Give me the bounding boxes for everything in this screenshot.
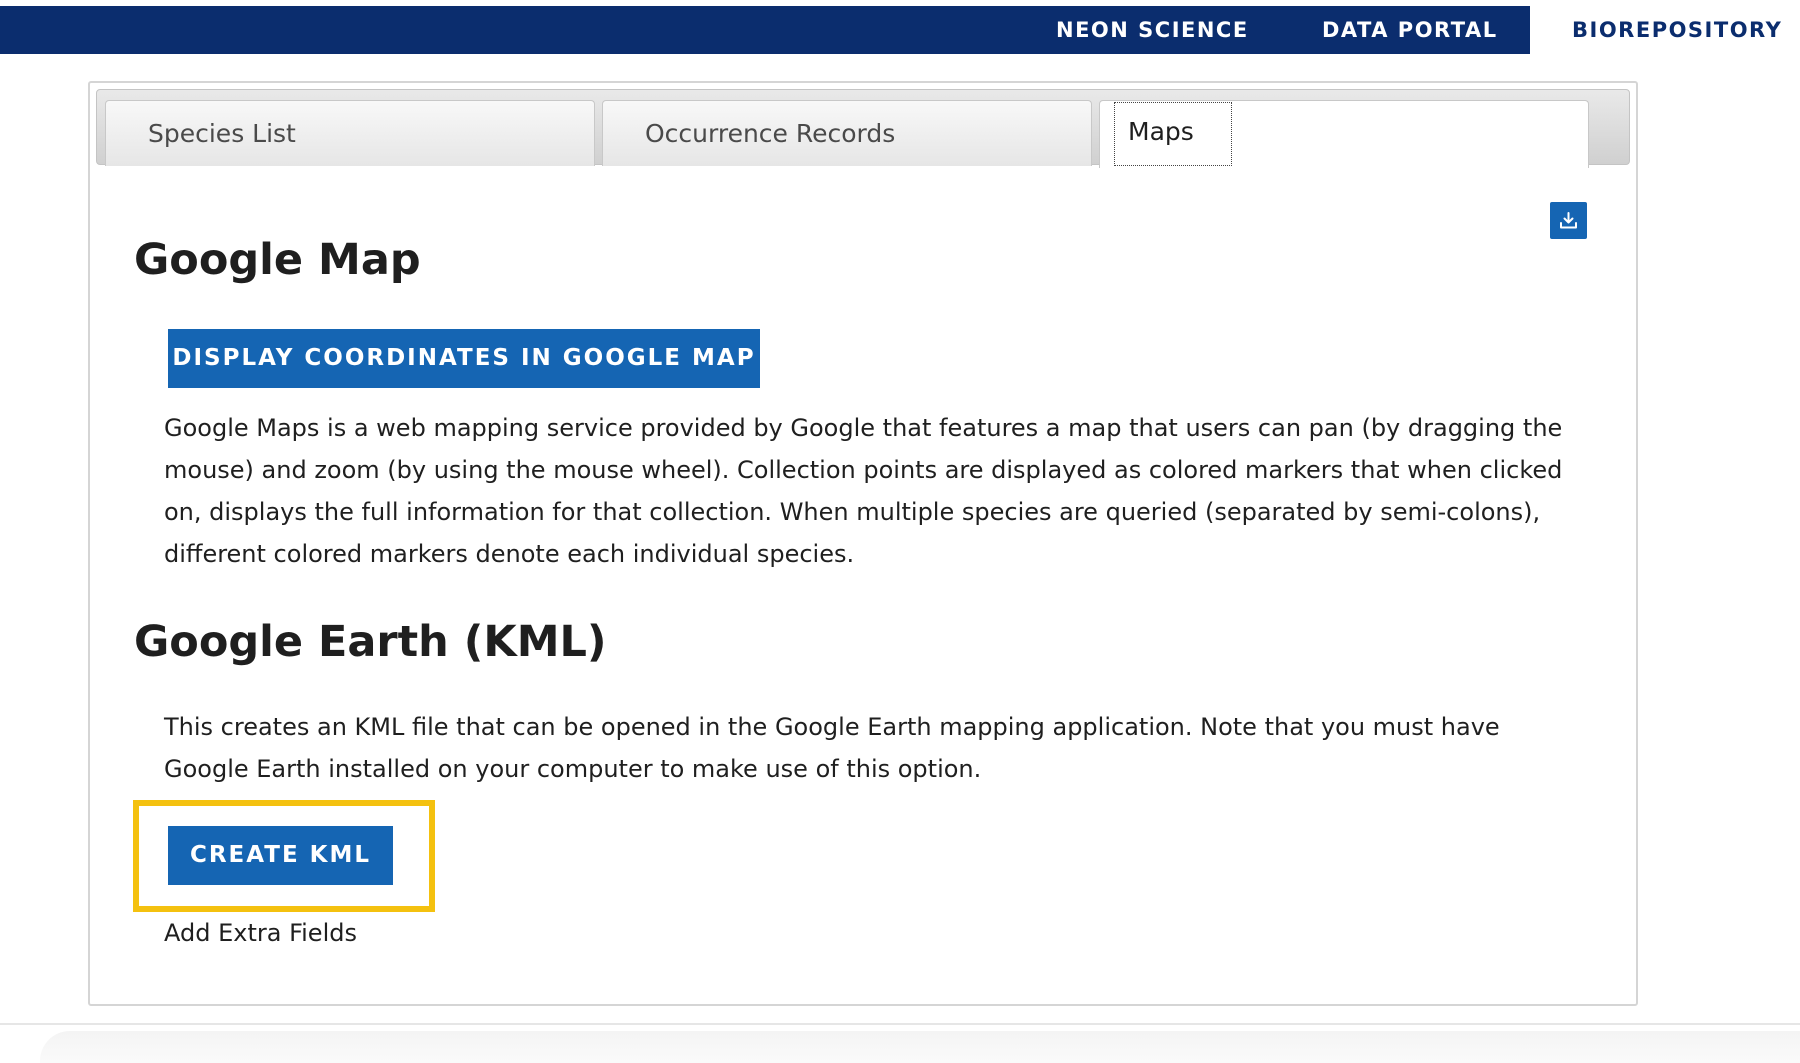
tab-maps[interactable]: Maps: [1099, 100, 1589, 168]
google-map-description: Google Maps is a web mapping service pro…: [164, 414, 1563, 568]
display-coordinates-google-map-button[interactable]: DISPLAY COORDINATES IN GOOGLE MAP: [168, 329, 760, 388]
tab-bar: Species List Occurrence Records Maps: [96, 89, 1630, 168]
tab-occurrence-records-label: Occurrence Records: [645, 119, 896, 148]
tab-maps-label: Maps: [1128, 117, 1194, 146]
google-earth-heading: Google Earth (KML): [134, 617, 607, 667]
tab-species-list-label: Species List: [148, 119, 296, 148]
nav-neon-science-link[interactable]: NEON SCIENCE: [1056, 6, 1249, 54]
maps-panel: Species List Occurrence Records Maps Goo…: [88, 81, 1638, 1006]
google-map-heading: Google Map: [134, 235, 421, 285]
tab-occurrence-records[interactable]: Occurrence Records: [602, 100, 1092, 166]
tab-species-list[interactable]: Species List: [105, 100, 595, 166]
add-extra-fields-link[interactable]: Add Extra Fields: [164, 919, 357, 947]
google-earth-description: This creates an KML file that can be ope…: [164, 713, 1500, 783]
footer-divider: [0, 1023, 1800, 1025]
download-button[interactable]: [1550, 202, 1587, 239]
nav-data-portal-link[interactable]: DATA PORTAL: [1322, 6, 1498, 54]
top-navigation-bar: NEON SCIENCE DATA PORTAL BIOREPOSITORY: [0, 6, 1800, 54]
nav-biorepository-tab[interactable]: BIOREPOSITORY: [1530, 6, 1800, 54]
download-icon: [1560, 212, 1577, 229]
create-kml-button[interactable]: CREATE KML: [168, 826, 393, 885]
footer-area: [40, 1031, 1800, 1063]
nav-biorepository-label: BIOREPOSITORY: [1572, 18, 1783, 42]
